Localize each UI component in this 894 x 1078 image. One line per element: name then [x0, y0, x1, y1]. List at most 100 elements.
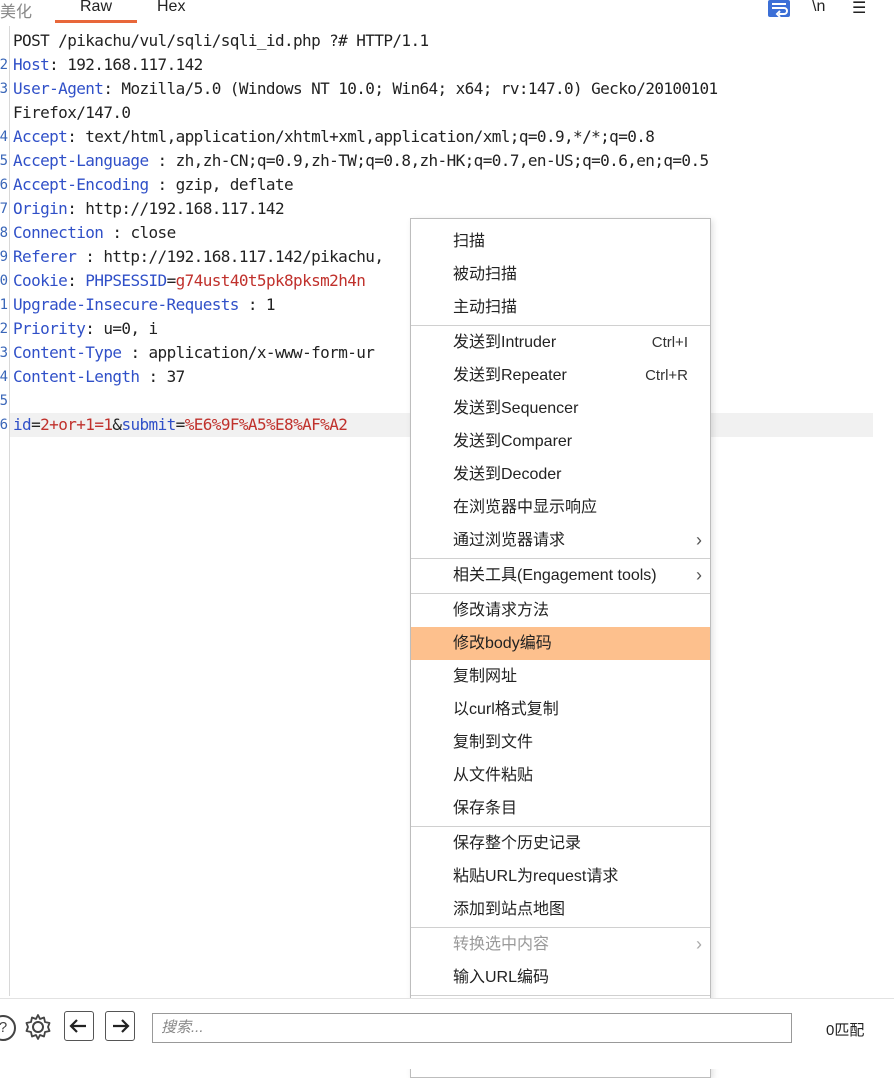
menu-item[interactable]: 修改请求方法 [411, 594, 710, 627]
line-content: Content-Type : application/x-www-form-ur [13, 341, 375, 365]
token: g74ust40t5pk8pksm2h4n [175, 271, 366, 290]
menu-item[interactable]: 修改body编码 [411, 627, 710, 660]
menu-item[interactable]: 复制网址 [411, 660, 710, 693]
menu-item-label: 发送到Repeater [453, 367, 567, 384]
token: submit [121, 415, 176, 434]
request-line[interactable]: 3 User-Agent: Mozilla/5.0 (Windows NT 10.… [0, 77, 894, 101]
menu-item[interactable]: 从文件粘贴 [411, 759, 710, 792]
active-tab-indicator [55, 20, 137, 23]
text: : [67, 271, 86, 290]
menu-item-shortcut: Ctrl+I [651, 334, 688, 351]
menu-item[interactable]: 以curl格式复制 [411, 693, 710, 726]
line-number: 3 [0, 81, 8, 97]
menu-item-label: 复制到文件 [453, 734, 534, 751]
menu-item[interactable]: 被动扫描 [411, 258, 710, 291]
menu-item[interactable]: 主动扫描 [411, 291, 710, 324]
text: = [166, 271, 177, 290]
line-number: 2 [0, 321, 8, 337]
request-line[interactable]: POST /pikachu/vul/sqli/sqli_id.php ?# HT… [0, 29, 894, 53]
tab-raw[interactable]: Raw [55, 0, 137, 16]
request-line[interactable]: 2 Host: 192.168.117.142 [0, 53, 894, 77]
word-wrap-icon[interactable] [768, 0, 790, 17]
help-icon[interactable]: ? [0, 1015, 16, 1041]
menu-item-label: 以curl格式复制 [453, 701, 559, 718]
header-name: Accept-Language [13, 151, 149, 170]
line-number: 6 [0, 177, 8, 193]
menu-item-label: 主动扫描 [453, 299, 518, 316]
request-line[interactable]: 6 Accept-Encoding : gzip, deflate [0, 173, 894, 197]
header-name: Connection [13, 223, 104, 242]
text: : http://192.168.117.142/pikachu, [76, 247, 384, 266]
menu-item[interactable]: 保存条目 [411, 792, 710, 825]
menu-item-label: 被动扫描 [453, 266, 518, 283]
line-number: 8 [0, 225, 8, 241]
text: = [31, 415, 41, 434]
menu-item-label: 输入URL编码 [453, 969, 550, 986]
menu-item-label: 保存整个历史记录 [453, 835, 582, 852]
menu-item[interactable]: 扫描 [411, 225, 710, 258]
menu-item[interactable]: 保存整个历史记录 [411, 827, 710, 860]
tab-hex[interactable]: Hex [157, 0, 185, 16]
search-input[interactable] [153, 1014, 799, 1040]
menu-item[interactable]: 发送到Decoder [411, 458, 710, 491]
line-content: Upgrade-Insecure-Requests : 1 [13, 293, 276, 317]
request-line[interactable]: 5 Accept-Language : zh,zh-CN;q=0.9,zh-TW;… [0, 149, 894, 173]
previous-match-button[interactable] [64, 1011, 94, 1041]
header-name: Accept-Encoding [13, 175, 149, 194]
menu-item[interactable]: 输入URL编码 [411, 961, 710, 994]
line-content: Accept: text/html,application/xhtml+xml,… [13, 125, 655, 149]
menu-icon[interactable]: ☰ [852, 0, 866, 18]
menu-item-label: 相关工具(Engagement tools) [453, 567, 657, 584]
request-line[interactable]: Firefox/147.0 [0, 101, 894, 125]
menu-item-label: 保存条目 [453, 800, 518, 817]
menu-item[interactable]: 通过浏览器请求 › [411, 524, 710, 557]
search-toolbar: ? 0匹配 [0, 998, 894, 1069]
text: : zh,zh-CN;q=0.9,zh-TW;q=0.8,zh-HK;q=0.7… [148, 151, 710, 170]
menu-item-label: 修改body编码 [453, 635, 552, 652]
message-tab-bar: 美化 Raw Hex \n ☰ [0, 0, 894, 23]
text: : gzip, deflate [148, 175, 294, 194]
line-number: 4 [0, 369, 8, 385]
settings-gear-icon[interactable] [24, 1013, 52, 1041]
line-number: 1 [0, 297, 8, 313]
header-name: Cookie [13, 271, 68, 290]
menu-item[interactable]: 发送到Intruder Ctrl+I [411, 326, 710, 359]
token: 2+or+1=1 [40, 415, 113, 434]
menu-item-label: 发送到Sequencer [453, 400, 579, 417]
text: Firefox/147.0 [13, 103, 131, 122]
menu-item[interactable]: 相关工具(Engagement tools) › [411, 559, 710, 592]
menu-item[interactable]: 发送到Repeater Ctrl+R [411, 359, 710, 392]
next-match-button[interactable] [105, 1011, 135, 1041]
menu-item[interactable]: 粘贴URL为request请求 [411, 860, 710, 893]
text: : 37 [139, 367, 186, 386]
line-number: 9 [0, 249, 8, 265]
line-content: Cookie: PHPSESSID=g74ust40t5pk8pksm2h4n [13, 269, 366, 293]
text: : 192.168.117.142 [49, 55, 203, 74]
line-content: id=2+or+1=1&submit=%E6%9F%A5%E8%AF%A2 [13, 413, 348, 437]
menu-item-label: 扫描 [453, 233, 486, 250]
line-content: User-Agent: Mozilla/5.0 (Windows NT 10.0… [13, 77, 718, 101]
chevron-right-icon: › [696, 530, 702, 550]
menu-item-label: 添加到站点地图 [453, 901, 566, 918]
menu-item[interactable]: 发送到Comparer [411, 425, 710, 458]
text: : http://192.168.117.142 [67, 199, 284, 218]
search-field[interactable] [152, 1013, 799, 1043]
line-content: Host: 192.168.117.142 [13, 53, 203, 77]
menu-item[interactable]: 发送到Sequencer [411, 392, 710, 425]
menu-item[interactable]: 添加到站点地图 [411, 893, 710, 926]
token: id [13, 415, 32, 434]
menu-item-label: 通过浏览器请求 [453, 532, 566, 549]
text: : 1 [238, 295, 276, 314]
line-number: 7 [0, 201, 8, 217]
line-number: 5 [0, 393, 8, 409]
menu-item[interactable]: 在浏览器中显示响应 [411, 491, 710, 524]
menu-item-label: 发送到Comparer [453, 433, 573, 450]
request-line[interactable]: 4 Accept: text/html,application/xhtml+xml… [0, 125, 894, 149]
header-name: Priority [13, 319, 86, 338]
tab-beautify[interactable]: 美化 [0, 0, 32, 22]
menu-item[interactable]: 复制到文件 [411, 726, 710, 759]
newline-toggle-icon[interactable]: \n [812, 0, 825, 16]
line-content: Accept-Encoding : gzip, deflate [13, 173, 294, 197]
menu-item-label: 复制网址 [453, 668, 518, 685]
header-name: User-Agent [13, 79, 104, 98]
